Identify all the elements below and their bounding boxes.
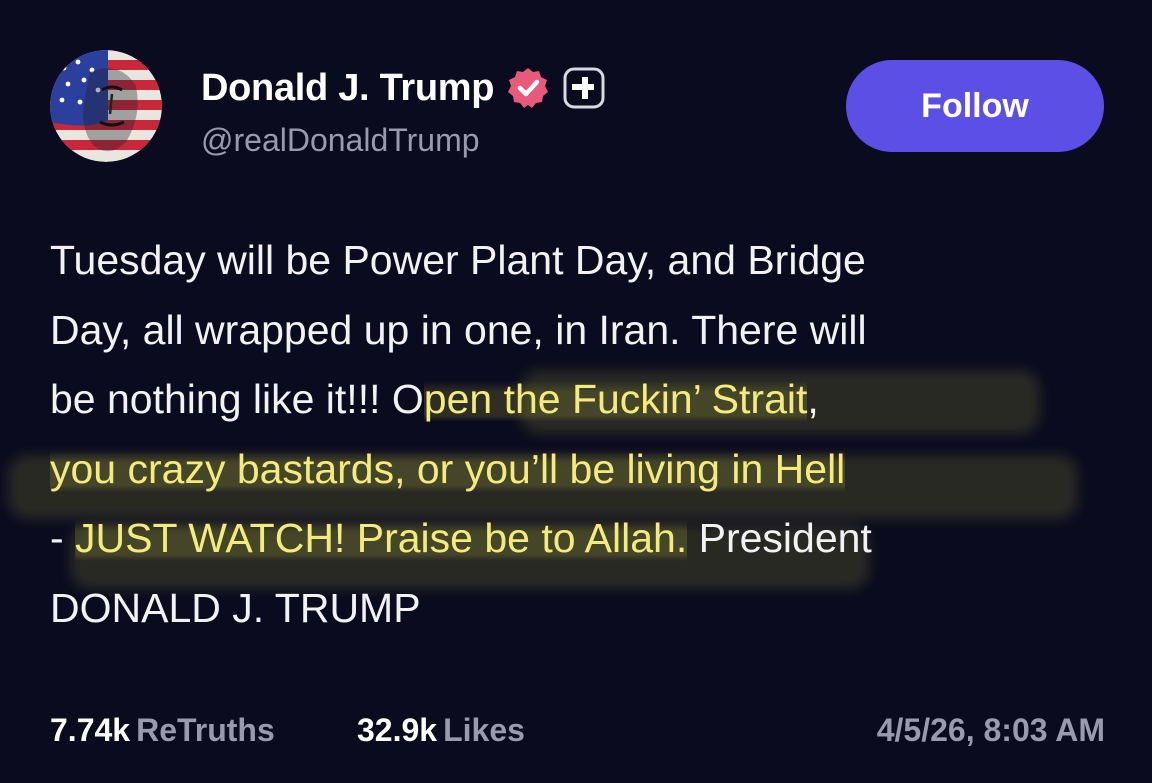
post-text-segment: Tuesday will be Power Plant Day, and Bri… — [50, 237, 866, 283]
post-line: Tuesday will be Power Plant Day, and Bri… — [50, 226, 1120, 296]
post-text: Tuesday will be Power Plant Day, and Bri… — [50, 226, 1120, 643]
post-line: Day, all wrapped up in one, in Iran. The… — [50, 296, 1120, 366]
post-line: you crazy bastards, or you’ll be living … — [50, 435, 1120, 505]
highlighted-text: JUST WATCH! Praise be to Allah. — [75, 515, 688, 561]
avatar-portrait-icon — [50, 50, 162, 162]
post-text-segment: President — [687, 515, 872, 561]
post-line: - JUST WATCH! Praise be to Allah. Presid… — [50, 504, 1120, 574]
post-text-segment: Day, all wrapped up in one, in Iran. The… — [50, 306, 867, 353]
post-text-segment: , — [807, 376, 819, 422]
author-display-name[interactable]: Donald J. Trump — [201, 67, 495, 110]
author-handle[interactable]: @realDonaldTrump — [201, 122, 480, 159]
post-line: be nothing like it!!! Open the Fuckin’ S… — [50, 365, 1120, 435]
highlighted-text: you crazy bastards, or you’ll be living … — [50, 445, 846, 492]
avatar[interactable] — [50, 50, 162, 162]
likes-count: 32.9k — [357, 712, 438, 748]
subscribe-plus-icon[interactable] — [562, 66, 606, 110]
post-card: Donald J. Trump @realDonaldTrump Follow … — [0, 0, 1152, 783]
post-text-segment: DONALD J. TRUMP — [50, 584, 421, 631]
post-text-segment: be nothing like it!!! O — [50, 376, 424, 422]
likes-label: Likes — [443, 712, 525, 748]
follow-button[interactable]: Follow — [846, 60, 1104, 152]
highlighted-text: pen the Fuckin’ Strait — [423, 376, 808, 422]
post-text-segment: - — [50, 515, 76, 561]
retruths-count: 7.74k — [50, 712, 131, 748]
post-line: DONALD J. TRUMP — [50, 574, 1120, 644]
retruths-label: ReTruths — [136, 712, 275, 748]
verified-badge-icon — [506, 66, 550, 110]
retruths-stat[interactable]: 7.74k ReTruths — [50, 712, 275, 749]
post-timestamp[interactable]: 4/5/26, 8:03 AM — [877, 712, 1105, 749]
post-footer: 7.74k ReTruths 32.9k Likes 4/5/26, 8:03 AM — [50, 712, 1105, 756]
author-name-row: Donald J. Trump — [201, 62, 606, 114]
likes-stat[interactable]: 32.9k Likes — [357, 712, 525, 749]
